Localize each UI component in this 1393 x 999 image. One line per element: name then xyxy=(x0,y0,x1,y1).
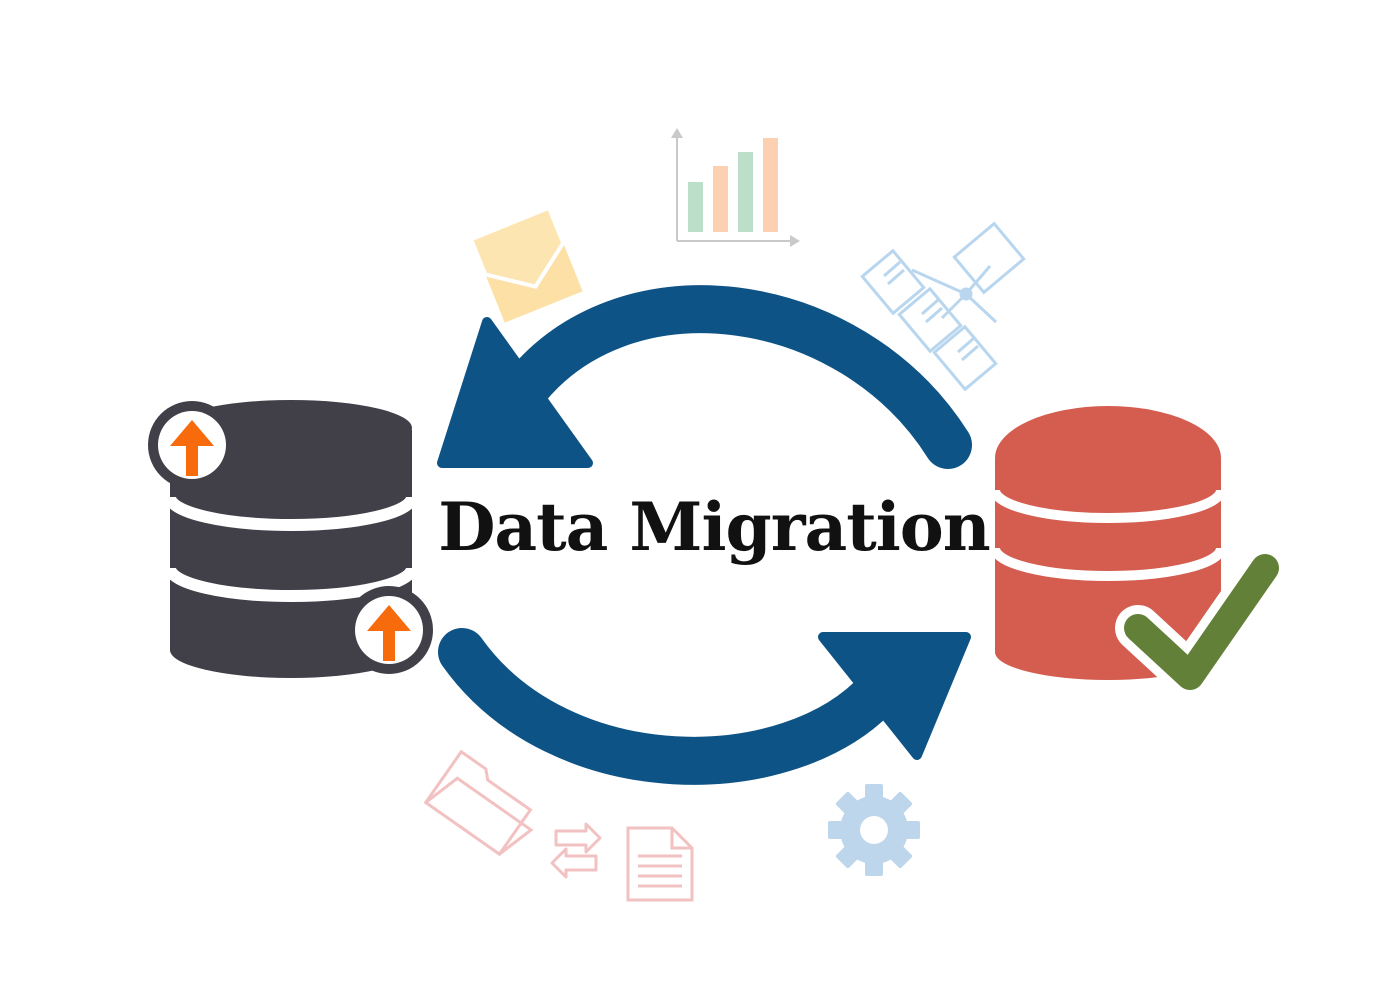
migration-arrow-back xyxy=(437,285,972,469)
diagram-title: Data Migration xyxy=(438,488,991,566)
document-icon xyxy=(626,826,694,902)
gear-icon xyxy=(828,784,920,876)
chart-bar xyxy=(688,182,703,232)
chart-bar xyxy=(738,152,753,232)
upload-arrow-icon xyxy=(148,401,236,489)
exchange-arrows-icon xyxy=(550,822,602,879)
bar-chart-icon xyxy=(671,128,800,247)
chart-bar xyxy=(713,166,728,232)
database-target-icon xyxy=(990,406,1226,680)
envelope-icon xyxy=(473,210,583,323)
upload-arrow-icon xyxy=(345,586,433,674)
chart-bar xyxy=(763,138,778,232)
migration-diagram: Data Migration xyxy=(0,0,1393,999)
migration-arrow-forward xyxy=(438,628,971,785)
folder-icon xyxy=(423,749,534,857)
